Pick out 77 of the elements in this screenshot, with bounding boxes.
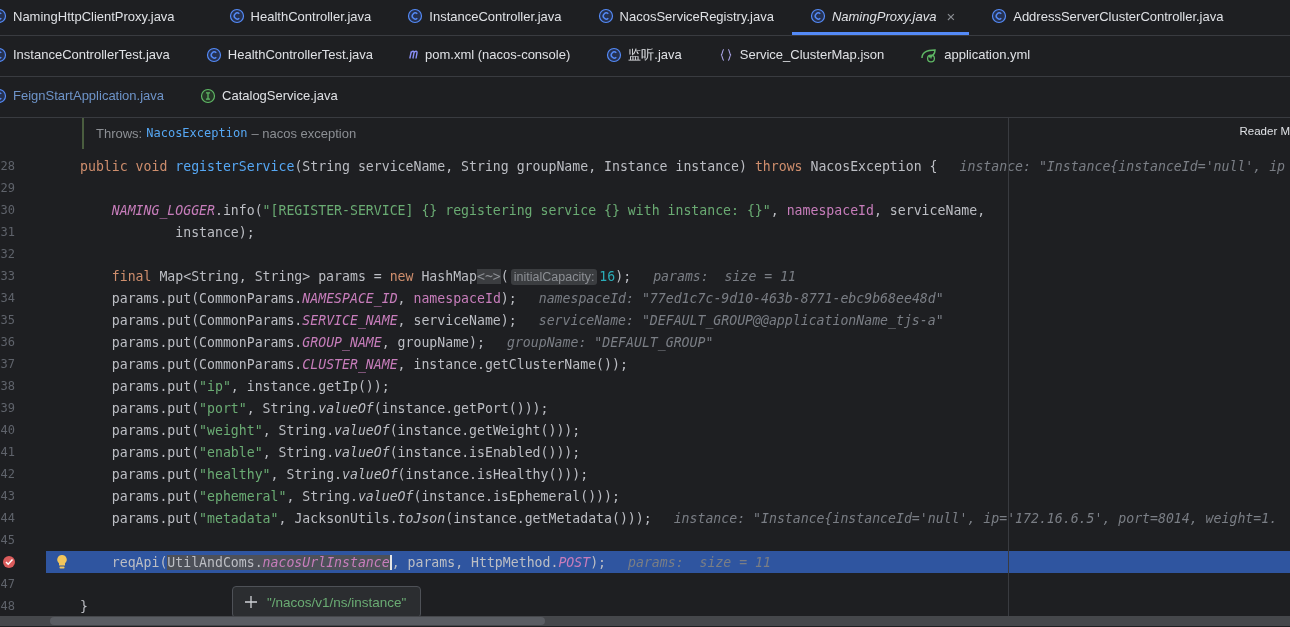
editor-tab[interactable]: HealthController.java — [228, 0, 386, 35]
line-number: 38 — [0, 379, 15, 393]
class-icon — [809, 8, 826, 24]
debug-value-hint: groupName: "DEFAULT_GROUP" — [506, 334, 714, 350]
editor-tab[interactable]: pom.xml (nacos-console) — [409, 36, 585, 76]
class-icon — [597, 8, 614, 24]
line-number: 29 — [0, 181, 15, 195]
line-number: 45 — [0, 533, 15, 547]
line-number: 31 — [0, 225, 15, 239]
code-line: public void registerService(String serviceName, String groupName, Instance instance) throws NacosException { — [80, 158, 938, 174]
code-line: params.put("port", String.valueOf(instance.getPort())); — [111, 400, 549, 416]
maven-icon — [409, 50, 420, 59]
lightbulb-icon[interactable] — [56, 554, 68, 570]
line-number: 44 — [0, 511, 15, 525]
editor-tab[interactable]: InstanceControllerTest.java — [0, 36, 184, 76]
plus-icon — [245, 596, 257, 608]
spring-leaf-icon — [920, 46, 939, 63]
code-line: params.put("healthy", String.valueOf(instance.isHealthy())); — [111, 466, 589, 482]
editor-tab[interactable]: FeignStartApplication.java — [0, 77, 179, 117]
code-line: params.put("ephemeral", String.valueOf(instance.isEphemeral())); — [111, 488, 620, 504]
code-line: NAMING_LOGGER.info("[REGISTER-SERVICE] {} registering service {} with instance: {}", namespaceId, serviceName, — [111, 202, 986, 218]
line-number: 33 — [0, 269, 15, 283]
line-number: 30 — [0, 203, 15, 217]
line-number: 43 — [0, 489, 15, 503]
horizontal-scrollbar[interactable] — [0, 616, 1290, 626]
close-icon[interactable]: × — [946, 7, 956, 25]
interface-icon — [200, 87, 217, 104]
debug-value-hint: namespaceId: "77ed1c7c-9d10-463b-8771-ebc9b68ee48d" — [538, 290, 944, 306]
debug-value-hint: serviceName: "DEFAULT_GROUP@@applicationName_tjs-a" — [538, 312, 944, 328]
code-line: params.put(CommonParams.GROUP_NAME, groupName); — [111, 334, 485, 350]
line-number: 39 — [0, 401, 15, 415]
throws-label: Throws: — [96, 126, 143, 141]
editor-tab[interactable]: NamingHttpClientProxy.java — [0, 0, 189, 35]
editor-tab[interactable]: 监听.java — [606, 36, 696, 76]
exception-description: – nacos exception — [251, 126, 357, 141]
code-line: params.put(CommonParams.CLUSTER_NAME, instance.getClusterName()); — [111, 356, 628, 372]
editor-tab[interactable]: InstanceController.java — [407, 0, 576, 35]
class-icon — [205, 46, 222, 63]
editor-tab[interactable]: application.yml — [920, 36, 1045, 76]
code-line: } — [80, 598, 88, 614]
debug-value-hint: params: size = 11 — [653, 268, 797, 284]
code-line: params.put("metadata", JacksonUtils.toJson(instance.getMetadata())); — [111, 510, 652, 526]
line-number: 35 — [0, 313, 15, 327]
debug-value-hint: instance: "Instance{instanceId='null', ip — [959, 158, 1286, 174]
string-value: "/nacos/v1/ns/instance" — [267, 594, 407, 610]
line-number: 34 — [0, 291, 15, 305]
code-line: params.put(CommonParams.NAMESPACE_ID, namespaceId); — [111, 290, 517, 306]
line-number: 28 — [0, 159, 15, 173]
reader-mode-link[interactable]: Reader M — [1239, 124, 1290, 137]
code-line: instance); — [175, 224, 255, 240]
code-line: params.put("enable", String.valueOf(instance.isEnabled())); — [111, 444, 581, 460]
class-icon — [991, 8, 1008, 24]
line-number: 37 — [0, 357, 15, 371]
editor-tab[interactable]: HealthControllerTest.java — [205, 36, 388, 76]
class-icon — [228, 8, 245, 24]
line-number: 42 — [0, 467, 15, 481]
line-number: 48 — [0, 599, 15, 613]
code-line: params.put("weight", String.valueOf(instance.getWeight())); — [111, 422, 581, 438]
editor-tab[interactable]: NacosServiceRegistry.java — [597, 0, 788, 35]
debug-value-hint: instance: "Instance{instanceId='null', ip='172.16.6.5', port=8014, weight=1. — [673, 510, 1278, 526]
editor-tab[interactable]: Service_ClusterMap.json — [717, 36, 899, 76]
code-line: final Map<String, String> params = new HashMap<~>( initialCapacity: 16); — [111, 268, 632, 284]
code-line: params.put("ip", instance.getIp()); — [111, 378, 390, 394]
debug-value-hint: params: size = 11 — [628, 554, 771, 570]
line-number: 32 — [0, 247, 15, 261]
code-line: params.put(CommonParams.SERVICE_NAME, serviceName); — [111, 312, 517, 328]
class-icon — [606, 46, 623, 63]
class-icon — [407, 8, 424, 24]
exception-link[interactable]: NacosException — [146, 126, 248, 141]
code-line: reqApi(UtilAndComs.nacosUrlInstance, params, HttpMethod.POST); — [111, 554, 607, 570]
line-number: 36 — [0, 335, 15, 349]
editor-tab[interactable]: NamingProxy.java × — [791, 0, 970, 35]
line-number: 41 — [0, 445, 15, 459]
editor-tab[interactable]: AddressServerClusterController.java — [991, 0, 1238, 35]
line-number: 47 — [0, 577, 15, 591]
line-number: 40 — [0, 423, 15, 437]
editor-tab[interactable]: CatalogService.java — [200, 77, 352, 117]
